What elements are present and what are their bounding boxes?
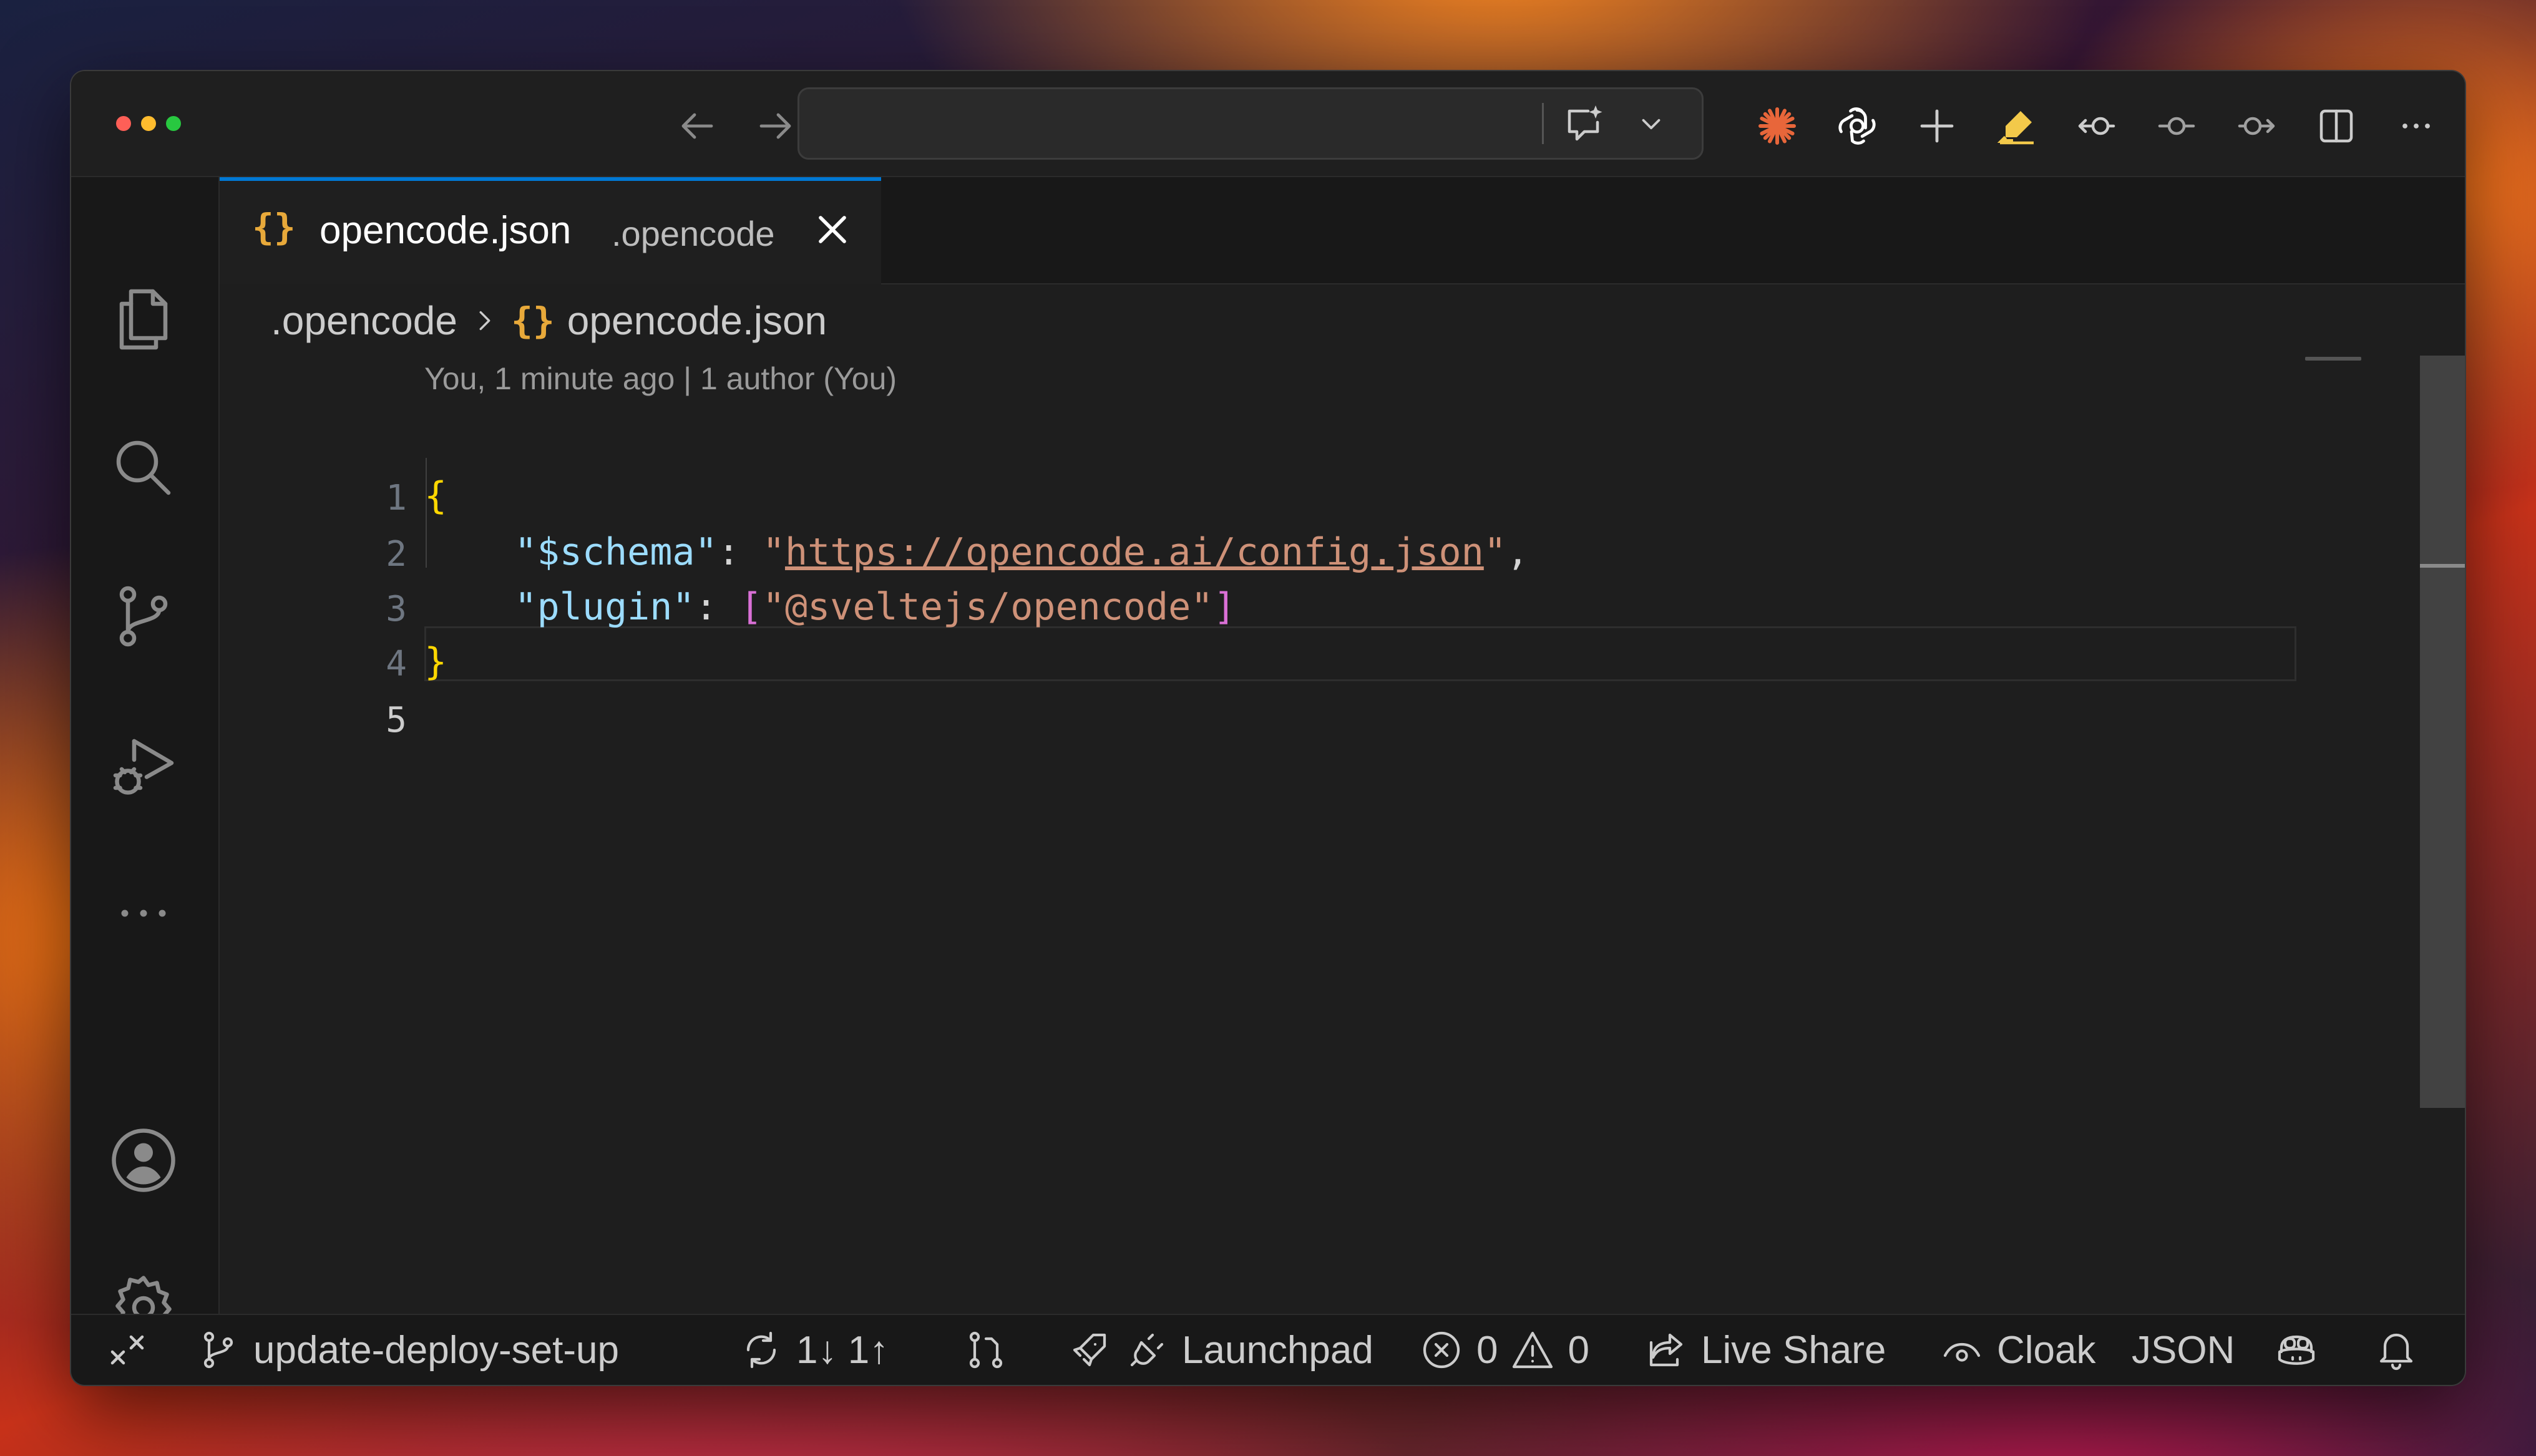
colon: :	[717, 530, 763, 574]
window-controls	[116, 116, 181, 131]
bell-icon	[2379, 1333, 2413, 1371]
branch-status[interactable]: update-deploy-set-up	[196, 1315, 619, 1385]
notifications-status[interactable]	[2374, 1315, 2419, 1385]
run-debug-icon[interactable]	[104, 726, 183, 806]
tab-opencode-json[interactable]: {} opencode.json .opencode	[220, 177, 881, 284]
split-editor-icon[interactable]	[2306, 96, 2366, 156]
language-mode[interactable]: JSON	[2132, 1315, 2235, 1385]
status-bar: update-deploy-set-up 1↓ 1↑ Launchpad 0 0…	[71, 1314, 2465, 1385]
live-share-status[interactable]: Live Share	[1644, 1315, 1886, 1385]
plus-icon[interactable]	[1907, 96, 1967, 156]
maximize-window-button[interactable]	[166, 116, 181, 131]
breadcrumb-file[interactable]: opencode.json	[567, 298, 827, 344]
back-arrow-icon[interactable]	[666, 96, 726, 156]
highlighter-icon[interactable]	[1987, 96, 2047, 156]
quote: "	[1483, 530, 1506, 574]
branch-icon	[203, 1331, 233, 1369]
line-number: 1	[386, 478, 407, 518]
sync-icon	[746, 1331, 776, 1369]
array-open: [	[739, 585, 763, 629]
search-icon[interactable]	[104, 428, 183, 508]
line-number: 4	[386, 644, 407, 684]
copilot-status[interactable]	[2274, 1315, 2319, 1385]
close-window-button[interactable]	[116, 116, 131, 131]
cloak-status[interactable]: Cloak	[1939, 1315, 2096, 1385]
error-icon	[1423, 1331, 1460, 1369]
breadcrumb-folder[interactable]: .opencode	[271, 298, 457, 344]
json-braces-icon: {}	[510, 299, 555, 342]
command-center-search[interactable]	[797, 87, 1704, 160]
plug-icon	[1130, 1333, 1164, 1367]
error-count: 0	[1476, 1328, 1498, 1372]
timeline-forward-icon[interactable]	[2226, 96, 2286, 156]
explorer-icon[interactable]	[104, 279, 183, 359]
command-center-divider	[1542, 103, 1544, 144]
launchpad-status[interactable]: Launchpad	[1067, 1315, 1373, 1385]
code-line-2[interactable]: "$schema": "https://opencode.ai/config.j…	[424, 530, 1529, 574]
code-line-3[interactable]: "plugin": ["@sveltejs/opencode"]	[424, 585, 1236, 629]
brace-close: }	[424, 640, 447, 684]
editor-window: {} opencode.json .opencode .opencode {} …	[71, 71, 2465, 1385]
code-line-4[interactable]: }	[424, 640, 447, 684]
line-number-active: 5	[386, 700, 407, 740]
language-label: JSON	[2132, 1328, 2235, 1372]
remote-indicator[interactable]	[105, 1315, 150, 1385]
title-bar	[71, 71, 2465, 177]
openai-icon[interactable]	[1827, 96, 1887, 156]
tab-filename: opencode.json	[319, 209, 572, 252]
json-key-schema: "$schema"	[514, 530, 718, 574]
json-key-plugin: "plugin"	[514, 585, 695, 629]
colon: :	[695, 585, 740, 629]
problems-status[interactable]: 0 0	[1419, 1315, 1589, 1385]
chat-sparkle-icon[interactable]	[1554, 94, 1614, 154]
breadcrumb: .opencode {} opencode.json	[271, 296, 827, 346]
vertical-scrollbar[interactable]	[2420, 356, 2465, 1108]
line-number: 2	[386, 534, 407, 575]
quote: "	[762, 530, 785, 574]
warning-icon	[1513, 1331, 1553, 1369]
live-share-icon	[1649, 1333, 1683, 1367]
comma: ,	[1506, 530, 1529, 574]
pull-request-icon	[969, 1331, 1003, 1369]
scrollbar-cursor-marker	[2420, 564, 2465, 568]
array-close: ]	[1213, 585, 1236, 629]
plugin-value: "@sveltejs/opencode"	[762, 585, 1214, 629]
git-blame-annotation[interactable]: You, 1 minute ago | 1 author (You)	[424, 361, 897, 397]
cloak-label: Cloak	[1997, 1328, 2096, 1372]
editor-tab-bar: {} opencode.json .opencode	[220, 177, 2465, 284]
line-number: 3	[386, 589, 407, 629]
tab-folder: .opencode	[612, 214, 775, 253]
minimize-window-button[interactable]	[141, 116, 156, 131]
chevron-down-icon[interactable]	[1629, 94, 1673, 154]
commit-icon[interactable]	[2147, 96, 2207, 156]
account-icon[interactable]	[104, 1120, 183, 1200]
remote-icon	[110, 1335, 144, 1365]
eye-icon	[1943, 1342, 1981, 1362]
copilot-icon	[2278, 1335, 2315, 1365]
timeline-back-icon[interactable]	[2067, 96, 2127, 156]
pull-request-status[interactable]	[963, 1315, 1008, 1385]
sync-counts: 1↓ 1↑	[796, 1328, 889, 1372]
branch-name: update-deploy-set-up	[253, 1328, 619, 1372]
chevron-right-icon	[479, 311, 490, 331]
more-icon[interactable]	[2386, 96, 2446, 156]
warning-count: 0	[1568, 1328, 1589, 1372]
brace-open: {	[424, 474, 447, 518]
sync-status[interactable]: 1↓ 1↑	[739, 1315, 889, 1385]
close-icon[interactable]	[809, 206, 856, 253]
schema-url-link[interactable]: https://opencode.ai/config.json	[785, 530, 1484, 574]
more-icon[interactable]	[104, 873, 183, 953]
claude-icon[interactable]	[1747, 96, 1807, 156]
json-braces-icon: {}	[252, 206, 296, 248]
source-control-icon[interactable]	[104, 576, 183, 656]
minimap[interactable]	[2305, 357, 2361, 361]
live-share-label: Live Share	[1701, 1328, 1886, 1372]
code-line-1[interactable]: {	[424, 474, 447, 518]
activity-bar	[71, 177, 220, 1339]
current-line-highlight	[424, 626, 2296, 681]
launchpad-label: Launchpad	[1182, 1328, 1373, 1372]
rocket-icon	[1073, 1333, 1106, 1367]
